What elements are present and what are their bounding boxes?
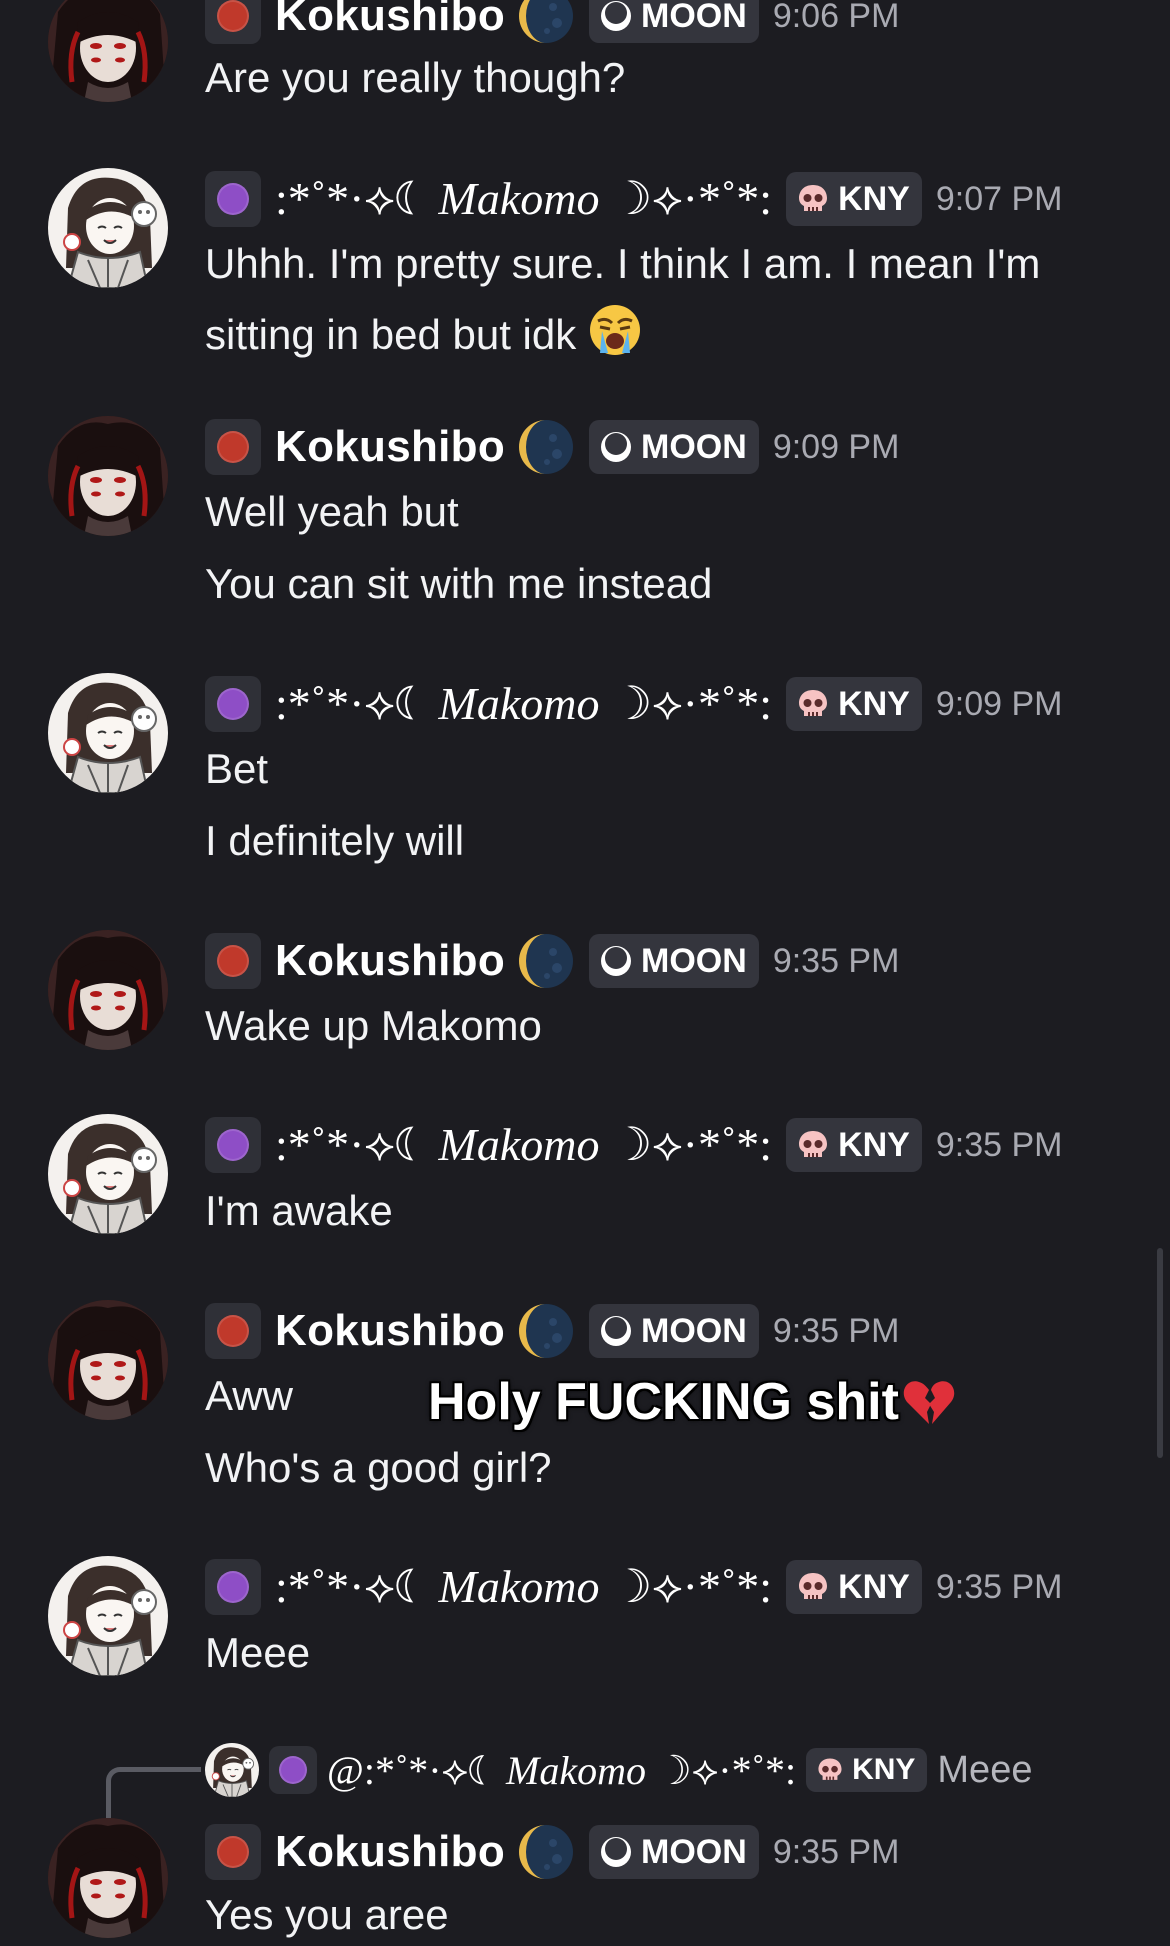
timestamp: 9:35 PM xyxy=(772,1311,900,1350)
crescent-moon-icon xyxy=(601,1316,632,1346)
role-icon xyxy=(205,1824,261,1880)
avatar[interactable] xyxy=(48,1114,168,1234)
timestamp: 9:35 PM xyxy=(772,1832,900,1871)
message-text: Well yeah but xyxy=(205,488,459,535)
role-tag[interactable]: MOON xyxy=(589,420,759,474)
message-text: Uhhh. I'm pretty sure. I think I am. I m… xyxy=(205,240,1041,287)
timestamp: 9:35 PM xyxy=(935,1125,1063,1164)
moon-emoji-icon xyxy=(519,1825,574,1879)
moon-emoji-icon xyxy=(519,0,574,43)
message-text: You can sit with me instead xyxy=(205,560,713,607)
avatar[interactable] xyxy=(48,1300,168,1420)
username[interactable]: :*˚*·⟡☾ Makomo ☽⟡·*˚*: xyxy=(275,1117,772,1173)
loudly-crying-face-emoji xyxy=(589,305,640,355)
message-text: Wake up Makomo xyxy=(205,1002,542,1049)
role-icon xyxy=(205,1303,261,1359)
role-icon xyxy=(205,0,261,44)
reply-username[interactable]: @:*˚*·⟡☾ Makomo ☽⟡·*˚*: xyxy=(327,1747,796,1794)
role-icon xyxy=(269,1746,317,1794)
crescent-moon-icon xyxy=(601,1,632,31)
message-text: sitting in bed but idk xyxy=(205,303,642,359)
timestamp: 9:09 PM xyxy=(935,684,1063,723)
overlay-caption: Holy FUCKING shit xyxy=(428,1372,957,1432)
reply-preview[interactable]: @:*˚*·⟡☾ Makomo ☽⟡·*˚*: KNY Meee xyxy=(205,1742,1032,1798)
message-text: Yes you aree xyxy=(205,1891,449,1938)
crescent-moon-icon xyxy=(601,432,632,462)
message-text: Who's a good girl? xyxy=(205,1444,552,1491)
role-icon xyxy=(205,1117,261,1173)
avatar[interactable] xyxy=(48,416,168,536)
username[interactable]: :*˚*·⟡☾ Makomo ☽⟡·*˚*: xyxy=(275,1559,772,1615)
avatar[interactable] xyxy=(48,168,168,288)
role-tag[interactable]: MOON xyxy=(589,1304,759,1358)
username[interactable]: :*˚*·⟡☾ Makomo ☽⟡·*˚*: xyxy=(275,676,772,732)
timestamp: 9:35 PM xyxy=(772,941,900,980)
role-tag[interactable]: KNY xyxy=(786,677,922,731)
avatar[interactable] xyxy=(48,673,168,793)
scrollbar[interactable] xyxy=(1157,1248,1163,1458)
avatar[interactable] xyxy=(48,930,168,1050)
timestamp: 9:06 PM xyxy=(772,0,900,35)
role-icon xyxy=(205,933,261,989)
username[interactable]: Kokushibo xyxy=(275,422,505,472)
message-text: Bet xyxy=(205,745,269,792)
skull-icon xyxy=(799,1573,828,1599)
message-text: I definitely will xyxy=(205,817,465,864)
role-tag[interactable]: KNY xyxy=(786,1560,922,1614)
timestamp: 9:35 PM xyxy=(935,1567,1063,1606)
skull-icon xyxy=(799,185,828,211)
timestamp: 9:07 PM xyxy=(935,179,1063,218)
message-text: Are you really though? xyxy=(205,54,626,101)
role-icon xyxy=(205,676,261,732)
username[interactable]: Kokushibo xyxy=(275,1827,505,1877)
role-tag[interactable]: MOON xyxy=(589,934,759,988)
skull-icon xyxy=(799,690,828,716)
message-text: Meee xyxy=(205,1629,311,1676)
skull-icon xyxy=(818,1758,842,1780)
username[interactable]: :*˚*·⟡☾ Makomo ☽⟡·*˚*: xyxy=(275,171,772,227)
skull-icon xyxy=(799,1131,828,1157)
reply-text: Meee xyxy=(937,1748,1033,1791)
moon-emoji-icon xyxy=(519,420,574,474)
role-tag[interactable]: MOON xyxy=(589,0,759,43)
role-icon xyxy=(205,171,261,227)
username[interactable]: Kokushibo xyxy=(275,936,505,986)
reply-spine xyxy=(106,1767,201,1820)
message-text: I'm awake xyxy=(205,1187,393,1234)
crescent-moon-icon xyxy=(601,1837,632,1867)
moon-emoji-icon xyxy=(519,1304,574,1358)
timestamp: 9:09 PM xyxy=(772,427,900,466)
role-tag[interactable]: KNY xyxy=(786,1118,922,1172)
username[interactable]: Kokushibo xyxy=(275,1306,505,1356)
role-tag: KNY xyxy=(806,1748,928,1792)
role-tag[interactable]: MOON xyxy=(589,1825,759,1879)
message-text: Aww xyxy=(205,1372,293,1419)
username[interactable]: Kokushibo xyxy=(275,0,505,41)
avatar[interactable] xyxy=(48,1556,168,1676)
avatar xyxy=(205,1743,259,1797)
role-icon xyxy=(205,419,261,475)
moon-emoji-icon xyxy=(519,934,574,988)
broken-heart-icon xyxy=(903,1381,955,1424)
role-icon xyxy=(205,1559,261,1615)
crescent-moon-icon xyxy=(601,946,632,976)
avatar[interactable] xyxy=(48,1818,168,1938)
avatar[interactable] xyxy=(48,0,168,102)
role-tag[interactable]: KNY xyxy=(786,172,922,226)
